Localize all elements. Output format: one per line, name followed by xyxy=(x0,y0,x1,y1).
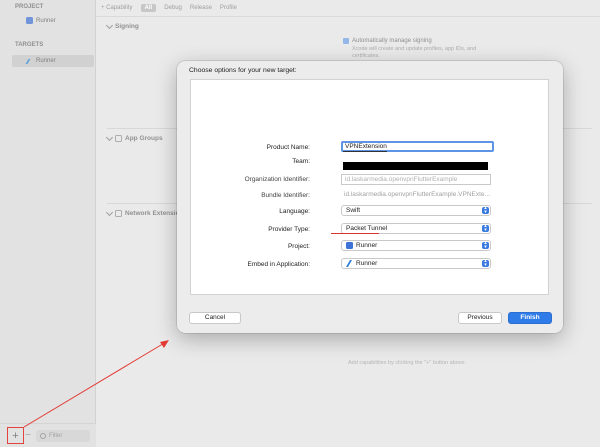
annotation-arrow xyxy=(23,340,169,428)
